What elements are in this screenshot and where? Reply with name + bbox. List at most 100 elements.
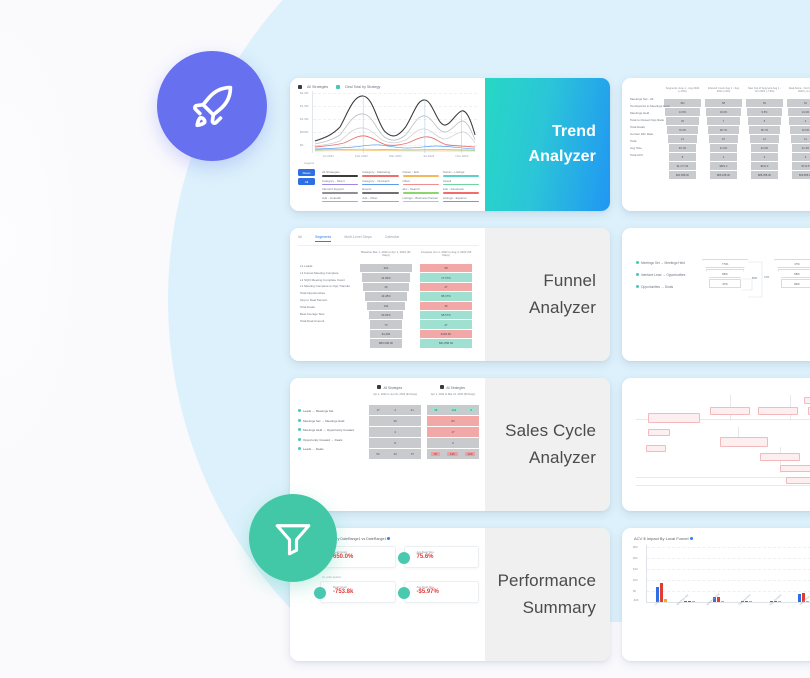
column-header-baseline: Baseline Mar 1, 2022 to Apr 1, 2022 (31 … [361,250,411,258]
card-title-line-1: Performance [497,571,596,591]
cycle-cell: 17 [427,427,479,437]
funnel-step: 47 [420,282,472,292]
thumbnail-multi-funnel: Meetings Set - All Touchpoints to Meetin… [622,78,810,211]
tab-multi-level-steps[interactable]: Multi-Level Steps [344,235,372,242]
sales-cycle-column-compare: Apr 1, 2022 to Mar 31, 2022 (90 Days) 15… [427,393,479,460]
legend-item[interactable]: Ads - Other [362,196,399,203]
x-tick: Jul 2022 [422,154,435,158]
card-label-funnel-analyzer: Funnel Analyzer [485,228,610,361]
flow-label: Opportunities → Deals [636,285,702,289]
legend-item[interactable]: Inbound Support [322,187,359,194]
card-sales-cycle-analyzer[interactable]: All Strategies All Strategies Leads → Me… [290,378,610,511]
legend-item[interactable]: Events [362,187,399,194]
legend-item[interactable]: Owner - Listings [442,170,479,177]
y-tick: $2.0M [300,91,309,95]
tab-segments[interactable]: Segments [315,235,332,242]
legend-item[interactable]: Listings - Explorer [442,196,479,203]
card-process-map[interactable] [622,378,810,511]
filter-badge[interactable] [249,494,337,582]
funnel-step: 73 [369,320,403,329]
funnel-step: 6 [751,153,778,161]
x-tick: Jul 2021 [322,154,334,158]
thumbnail-acv-bar-chart: ACV $ Impact By Local Funnel $8K $6K $4K… [622,528,810,661]
analyzer-card-grid: All Strategies Deal Total by Strategy $2… [290,78,810,678]
stat-bubble-icon [314,587,326,599]
performance-title: Summary DateRange1 vs DateRange1 [324,537,479,541]
tab-calendar[interactable]: Calendar [385,235,400,242]
legend-item[interactable]: Listings - Business Partner [402,196,439,203]
column-header: Apr 1, 2022 to Mar 31, 2022 (90 Days) [430,393,476,396]
funnel-step: 12 [750,135,779,143]
row-label: Total to Closed Opp Ratio [630,118,665,123]
funnel-step: 4 [710,153,737,161]
funnel-step: $1,48k [369,329,403,339]
step-label: Total Deals [300,304,315,309]
tab-all[interactable]: All [298,235,302,242]
flow-labels: Meetings Set → Meetings Held Interface L… [630,235,702,357]
step-label: L1 Leads [300,264,313,268]
bar-group [655,545,667,602]
row-label: Touchpoints to Meetings Held [630,104,670,109]
reset-button[interactable]: Reset [298,169,315,176]
legend-item[interactable]: Category - Outreach [362,179,399,186]
thumbnail-sankey-diagram [622,378,810,511]
bullet-dot [636,273,639,276]
legend-item[interactable]: Owner - Eric [402,170,439,177]
funnel-column: Segments June 1 - Aug 2022 (+15%) 301 14… [664,87,701,180]
row-label: Current Win Rate [630,132,654,137]
legend-item[interactable]: Category - Marketing [362,170,399,177]
card-funnel-flow[interactable]: Meetings Set → Meetings Held Interface L… [622,228,810,361]
funnel-step: 58 [705,99,742,107]
thumbnail-funnel-comparison: All Segments Multi-Level Steps Calendar … [290,228,485,361]
y-tick: $0 [300,143,304,147]
funnel-step: 68.7% [749,126,780,134]
funnel-step: 21.6% [710,144,737,152]
info-dot-icon [387,537,391,540]
column-header-compare: Compare Jun 1, 2022 to Aug 4, 2022 (65 D… [420,250,472,258]
card-performance-summary[interactable]: Summary DateRange1 vs DateRange1 Deal Co… [290,528,610,661]
card-row-3: All Strategies All Strategies Leads → Me… [290,378,810,511]
column-header: Deal Alone - Out Nov 1 - Dec 2022 (-4.1%… [788,87,810,94]
step-label: Best Average Size [300,311,325,316]
funnel-step: 79.3% [667,126,698,134]
card-title-line-2: Summary [522,597,596,617]
legend-item[interactable]: Upsell [442,179,479,186]
funnel-step: 21 [668,135,697,143]
legend-item[interactable]: Ads - LinkedIn [322,196,359,203]
card-acv-impact[interactable]: ACV $ Impact By Local Funnel $8K $6K $4K… [622,528,810,661]
funnel-step-labels: L1 Leads L1 Funnel Meeting Complete L1 S… [300,251,352,349]
legend-item[interactable]: All Strategies [322,170,359,177]
sales-cycle-column-baseline: Apr 1, 2022 to Jun 31, 2022 (91 Days) 17… [369,393,422,460]
card-trend-analyzer[interactable]: All Strategies Deal Total by Strategy $2… [290,78,610,211]
stat-card: Avg Deal Size 75.6% [397,546,479,568]
trend-x-axis: Jul 2021 Feb 2022 Mar 2022 Jul 2022 Nov … [312,154,479,158]
funnel-step: $106.6K [420,329,472,339]
thumbnail-sales-cycle: All Strategies All Strategies Leads → Me… [290,378,485,511]
funnel-step: 4 [789,117,810,125]
step-label: Opp to Deal Percent [300,298,328,303]
stat-value: 75.6% [416,554,434,560]
row-label: Meetings Set - All [630,97,654,101]
card-label-trend-analyzer: Trend Analyzer [485,78,610,211]
funnel-column: Deal Alone - Out Nov 1 - Dec 2022 (-4.1%… [787,87,810,180]
legend-item[interactable]: Other [402,179,439,186]
funnel-step: 11 [791,135,810,143]
legend-item[interactable]: Ads - Facebook [442,187,479,194]
card-multi-funnel[interactable]: Meetings Set - All Touchpoints to Meetin… [622,78,810,211]
funnel-step: 48.7% [708,126,739,134]
funnel-step: 43.28% [365,292,407,301]
funnel-step: $1,177.00 [669,162,696,170]
card-funnel-analyzer[interactable]: All Segments Multi-Level Steps Calendar … [290,228,610,361]
legend-item[interactable]: Category - Direct [322,179,359,186]
all-button[interactable]: All [298,178,315,185]
y-tick: $0 [633,589,637,593]
rocket-badge[interactable] [157,51,267,161]
sankey-canvas [630,385,810,507]
legend-item[interactable]: abc - Search [402,187,439,194]
funnel-step: 194 [367,301,405,310]
legend-label-all-strategies: All Strategies [307,85,329,89]
step-label: Total Opportunities [300,291,326,296]
sales-cycle-legend: All Strategies All Strategies [298,385,479,390]
performance-subtitle: vs. prior period [322,575,341,579]
flow-connector-svg [742,261,763,298]
